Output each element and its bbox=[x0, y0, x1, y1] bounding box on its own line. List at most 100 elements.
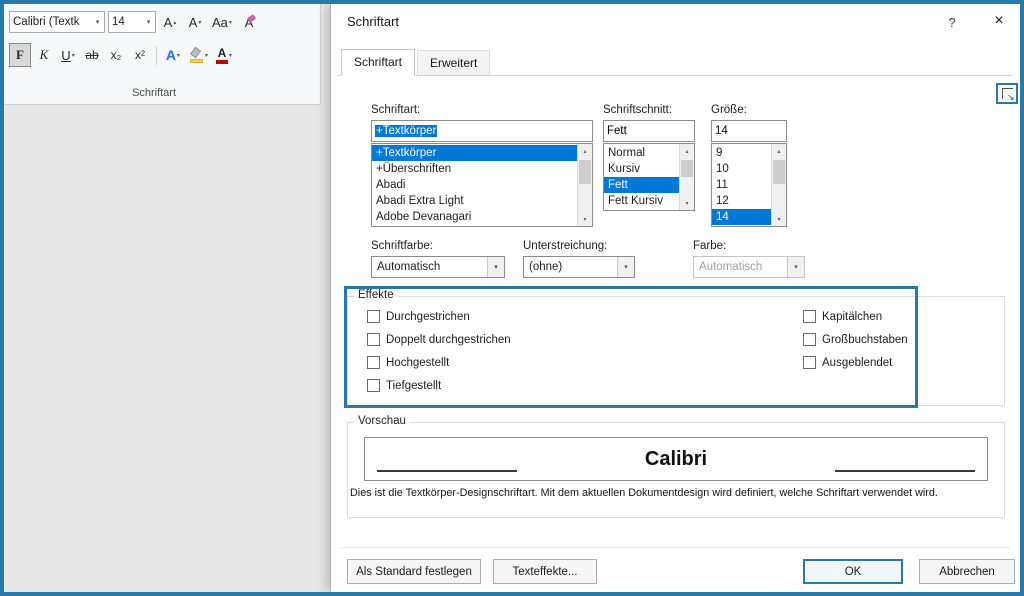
list-item[interactable]: Fett bbox=[604, 177, 679, 193]
list-item[interactable]: Abadi Extra Light bbox=[372, 193, 577, 209]
list-item[interactable]: 11 bbox=[712, 177, 771, 193]
checkbox-box[interactable] bbox=[367, 356, 380, 369]
scroll-down-icon[interactable]: ▾ bbox=[772, 212, 786, 226]
font-color-select[interactable]: Automatisch ▾ bbox=[371, 256, 505, 278]
scroll-down-icon[interactable]: ▾ bbox=[578, 212, 592, 226]
checkbox-box[interactable] bbox=[367, 310, 380, 323]
italic-button[interactable]: K bbox=[33, 43, 55, 67]
font-list-items: +Textkörper +Überschriften Abadi Abadi E… bbox=[372, 144, 577, 226]
screenshot-root: Calibri (Textk ▾ 14 ▾ A▴ A▾ Aa▾ A bbox=[0, 0, 1024, 596]
chevron-down-icon: ▾ bbox=[229, 52, 232, 59]
checkbox-box[interactable] bbox=[803, 310, 816, 323]
scroll-up-icon[interactable]: ▴ bbox=[578, 144, 592, 158]
underline-style-select[interactable]: (ohne) ▾ bbox=[523, 256, 635, 278]
checkbox-durchgestrichen[interactable]: Durchgestrichen bbox=[367, 310, 470, 323]
change-case-button[interactable]: Aa▾ bbox=[209, 11, 235, 33]
scroll-thumb[interactable] bbox=[773, 160, 785, 184]
checkbox-box[interactable] bbox=[367, 379, 380, 392]
button-divider bbox=[341, 547, 1010, 548]
font-input-value: +Textkörper bbox=[375, 125, 437, 137]
dialog-launcher-button[interactable]: ↘ bbox=[1002, 88, 1013, 99]
chevron-down-icon[interactable]: ▾ bbox=[91, 18, 104, 26]
list-item[interactable]: Normal bbox=[604, 145, 679, 161]
chevron-down-icon[interactable]: ▾ bbox=[142, 18, 155, 26]
underline-icon: U bbox=[61, 48, 70, 63]
close-icon: × bbox=[994, 12, 1003, 30]
checkbox-box[interactable] bbox=[367, 333, 380, 346]
font-name-combobox[interactable]: Calibri (Textk ▾ bbox=[9, 11, 105, 33]
bold-button[interactable]: F bbox=[9, 43, 31, 67]
superscript-button[interactable]: x² bbox=[129, 43, 151, 67]
checkbox-label: Tiefgestellt bbox=[386, 380, 441, 392]
scroll-track[interactable] bbox=[680, 158, 694, 196]
list-item[interactable]: 9 bbox=[712, 145, 771, 161]
scrollbar[interactable]: ▴ ▾ bbox=[577, 144, 592, 226]
highlighter-color-bar bbox=[190, 59, 203, 63]
close-button[interactable]: × bbox=[982, 8, 1016, 34]
list-item[interactable]: Abadi bbox=[372, 177, 577, 193]
scroll-thumb[interactable] bbox=[579, 160, 591, 184]
highlight-color-button[interactable]: ▾ bbox=[186, 43, 211, 67]
clear-formatting-icon: A bbox=[245, 15, 254, 30]
checkbox-label: Hochgestellt bbox=[386, 357, 449, 369]
scroll-down-icon[interactable]: ▾ bbox=[680, 196, 694, 210]
list-item[interactable]: Kursiv bbox=[604, 161, 679, 177]
tab-schriftart[interactable]: Schriftart bbox=[341, 49, 415, 76]
list-item[interactable]: +Textkörper bbox=[372, 145, 577, 161]
font-size-combobox[interactable]: 14 ▾ bbox=[108, 11, 156, 33]
checkbox-box[interactable] bbox=[803, 356, 816, 369]
list-item[interactable]: Fett Kursiv bbox=[604, 193, 679, 209]
style-input[interactable]: Fett bbox=[603, 120, 695, 142]
checkbox-label: Kapitälchen bbox=[822, 311, 882, 323]
strikethrough-button[interactable]: ab bbox=[81, 43, 103, 67]
preview-sample-text: Calibri bbox=[517, 448, 835, 471]
subscript-button[interactable]: x₂ bbox=[105, 43, 127, 67]
style-label: Schriftschnitt: bbox=[603, 104, 672, 116]
scroll-up-icon[interactable]: ▴ bbox=[772, 144, 786, 158]
font-color-button[interactable]: A ▾ bbox=[213, 43, 235, 67]
scrollbar[interactable]: ▴ ▾ bbox=[679, 144, 694, 210]
cancel-button[interactable]: Abbrechen bbox=[919, 559, 1015, 584]
checkbox-kapitaelchen[interactable]: Kapitälchen bbox=[803, 310, 882, 323]
chevron-down-icon[interactable]: ▾ bbox=[617, 257, 634, 277]
shrink-font-button[interactable]: A▾ bbox=[184, 11, 206, 33]
scroll-track[interactable] bbox=[772, 158, 786, 212]
checkbox-hochgestellt[interactable]: Hochgestellt bbox=[367, 356, 449, 369]
set-default-button[interactable]: Als Standard festlegen bbox=[347, 559, 481, 584]
clear-formatting-button[interactable]: A bbox=[238, 11, 260, 33]
scrollbar[interactable]: ▴ ▾ bbox=[771, 144, 786, 226]
list-item[interactable]: 12 bbox=[712, 193, 771, 209]
checkbox-tiefgestellt[interactable]: Tiefgestellt bbox=[367, 379, 441, 392]
chevron-down-icon[interactable]: ▾ bbox=[487, 257, 504, 277]
chevron-down-icon: ▾ bbox=[787, 257, 804, 277]
list-item[interactable]: Adobe Devanagari bbox=[372, 209, 577, 225]
font-input[interactable]: +Textkörper bbox=[371, 120, 593, 142]
checkbox-label: Durchgestrichen bbox=[386, 311, 470, 323]
tab-erweitert[interactable]: Erweitert bbox=[417, 50, 490, 75]
size-list-items: 9 10 11 12 14 bbox=[712, 144, 771, 226]
checkbox-doppelt-durchgestrichen[interactable]: Doppelt durchgestrichen bbox=[367, 333, 511, 346]
checkbox-grossbuchstaben[interactable]: Großbuchstaben bbox=[803, 333, 908, 346]
chevron-down-icon: ▾ bbox=[229, 19, 232, 26]
text-effects-dialog-button[interactable]: Texteffekte... bbox=[493, 559, 597, 584]
strikethrough-icon: ab bbox=[85, 48, 98, 62]
scroll-up-icon[interactable]: ▴ bbox=[680, 144, 694, 158]
font-color-icon: A bbox=[216, 47, 228, 64]
size-input[interactable]: 14 bbox=[711, 120, 787, 142]
text-effects-button[interactable]: A▾ bbox=[162, 43, 184, 67]
checkbox-box[interactable] bbox=[803, 333, 816, 346]
checkbox-ausgeblendet[interactable]: Ausgeblendet bbox=[803, 356, 892, 369]
underline-button[interactable]: U▾ bbox=[57, 43, 79, 67]
ribbon-group-label: Schriftart bbox=[4, 87, 304, 99]
ribbon-font-group: Calibri (Textk ▾ 14 ▾ A▴ A▾ Aa▾ A bbox=[4, 4, 321, 105]
grow-font-button[interactable]: A▴ bbox=[159, 11, 181, 33]
help-button[interactable]: ? bbox=[942, 15, 962, 30]
list-item[interactable]: 10 bbox=[712, 161, 771, 177]
tab-divider bbox=[337, 75, 1012, 76]
list-item[interactable]: +Überschriften bbox=[372, 161, 577, 177]
underline-color-label: Farbe: bbox=[693, 240, 726, 252]
ok-button[interactable]: OK bbox=[803, 559, 903, 584]
list-item[interactable]: 14 bbox=[712, 209, 771, 225]
scroll-track[interactable] bbox=[578, 158, 592, 212]
scroll-thumb[interactable] bbox=[681, 160, 693, 177]
